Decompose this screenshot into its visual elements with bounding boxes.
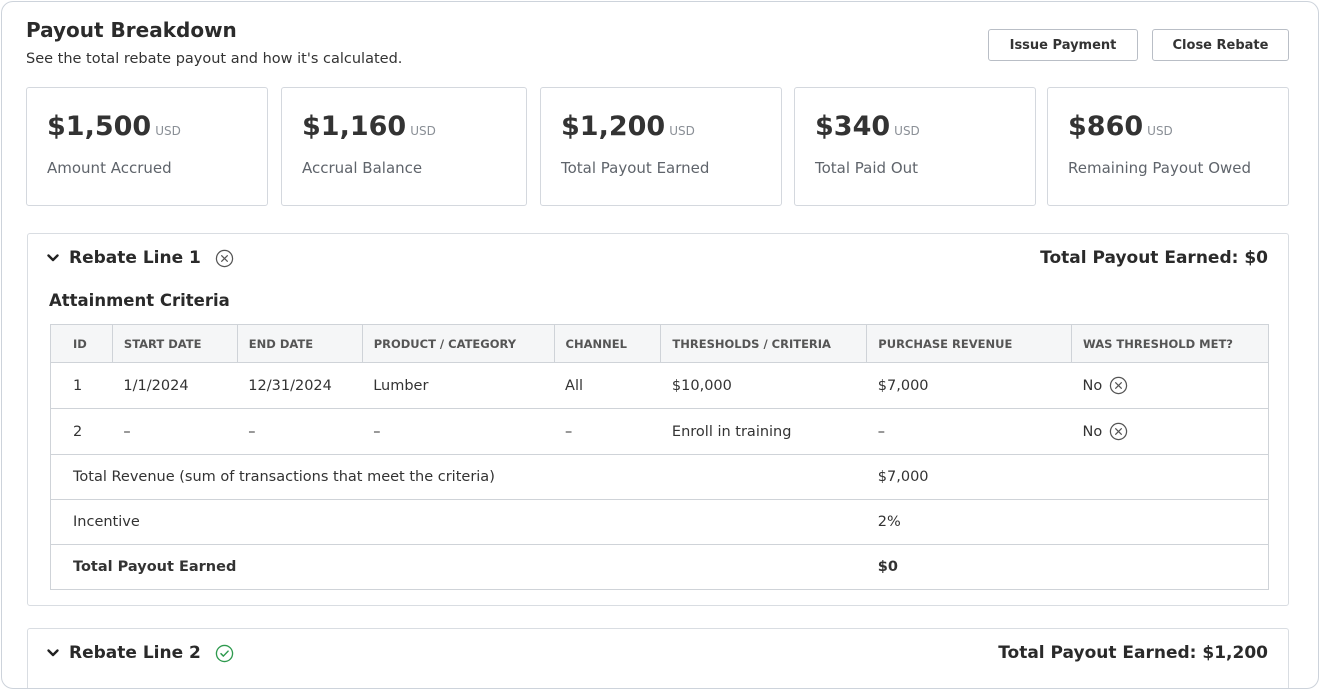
rebate-line-1-panel: Rebate Line 1 Total Payout Earned: $0 At…	[27, 233, 1289, 606]
threshold-met-value: No	[1082, 423, 1103, 440]
cell-threshold-met: No	[1071, 408, 1269, 455]
cell-threshold: $10,000	[660, 362, 867, 409]
column-header: PURCHASE REVENUE	[866, 324, 1073, 363]
summary-value: $0	[866, 544, 1269, 590]
cell-product: Lumber	[362, 362, 555, 409]
rebate-line-title: Rebate Line 1	[69, 248, 201, 268]
x-circle-icon	[1110, 376, 1128, 395]
stat-card-amount-accrued: $1,500 USD Amount Accrued	[26, 87, 268, 206]
cell-id: 2	[50, 408, 113, 455]
cell-end-date: –	[237, 408, 363, 455]
payout-breakdown-panel: Payout Breakdown See the total rebate pa…	[1, 1, 1319, 689]
stat-currency: USD	[1147, 124, 1173, 138]
attainment-criteria-title: Attainment Criteria	[49, 291, 230, 310]
stat-card-accrual-balance: $1,160 USD Accrual Balance	[281, 87, 527, 206]
stat-currency: USD	[410, 124, 436, 138]
summary-label: Total Revenue (sum of transactions that …	[49, 454, 867, 500]
stat-currency: USD	[894, 124, 920, 138]
stat-currency: USD	[669, 124, 695, 138]
page-subtitle: See the total rebate payout and how it's…	[26, 51, 403, 67]
column-header: START DATE	[111, 324, 238, 363]
issue-payment-button[interactable]: Issue Payment	[988, 29, 1138, 61]
table-row: 1 1/1/2024 12/31/2024 Lumber All $10,000…	[50, 362, 1269, 409]
chevron-down-icon	[47, 254, 59, 262]
summary-label: Incentive	[49, 499, 867, 545]
rebate-line-2-panel: Rebate Line 2 Total Payout Earned: $1,20…	[27, 628, 1289, 688]
close-rebate-button[interactable]: Close Rebate	[1152, 29, 1289, 61]
cell-threshold: Enroll in training	[660, 408, 867, 455]
cell-start-date: –	[112, 408, 238, 455]
rebate-line-title: Rebate Line 2	[69, 643, 201, 663]
cell-channel: All	[554, 362, 661, 409]
stat-amount: $1,500	[47, 111, 152, 142]
rebate-line-total: Total Payout Earned: $0	[1040, 248, 1268, 268]
stat-amount: $1,200	[561, 111, 666, 142]
threshold-met-value: No	[1082, 377, 1103, 394]
stat-amount: $340	[815, 111, 891, 142]
stat-label: Total Payout Earned	[561, 159, 710, 177]
table-header-row: ID START DATE END DATE PRODUCT / CATEGOR…	[50, 324, 1269, 363]
cell-threshold-met: No	[1071, 362, 1269, 409]
stat-card-total-payout-earned: $1,200 USD Total Payout Earned	[540, 87, 782, 206]
cell-channel: –	[554, 408, 661, 455]
column-header: PRODUCT / CATEGORY	[361, 324, 555, 363]
stat-label: Amount Accrued	[47, 159, 172, 177]
summary-label: Total Payout Earned	[49, 544, 867, 590]
check-circle-icon	[215, 644, 234, 662]
rebate-line-2-toggle[interactable]: Rebate Line 2	[46, 643, 234, 663]
column-header: WAS THRESHOLD MET?	[1071, 324, 1269, 363]
chevron-down-icon	[47, 649, 59, 657]
column-header: END DATE	[236, 324, 363, 363]
stat-amount: $860	[1068, 111, 1144, 142]
stat-card-total-paid-out: $340 USD Total Paid Out	[794, 87, 1036, 206]
rebate-line-total: Total Payout Earned: $1,200	[998, 643, 1268, 663]
cell-product: –	[362, 408, 555, 455]
cell-start-date: 1/1/2024	[112, 362, 238, 409]
summary-row-total-payout: Total Payout Earned $0	[49, 544, 1269, 590]
page-title: Payout Breakdown	[26, 18, 237, 42]
summary-value: 2%	[866, 499, 1269, 545]
stat-label: Remaining Payout Owed	[1068, 159, 1252, 177]
column-header: CHANNEL	[553, 324, 662, 363]
summary-row-total-revenue: Total Revenue (sum of transactions that …	[49, 454, 1269, 500]
x-circle-icon	[1110, 422, 1128, 441]
summary-value: $7,000	[866, 454, 1269, 500]
column-header: ID	[50, 324, 113, 363]
attainment-criteria-table: ID START DATE END DATE PRODUCT / CATEGOR…	[49, 324, 1269, 590]
stat-card-remaining-payout-owed: $860 USD Remaining Payout Owed	[1047, 87, 1289, 206]
x-circle-icon	[215, 249, 234, 267]
cell-end-date: 12/31/2024	[237, 362, 363, 409]
cell-id: 1	[50, 362, 113, 409]
cell-revenue: $7,000	[866, 362, 1072, 409]
rebate-line-1-toggle[interactable]: Rebate Line 1	[46, 248, 234, 268]
summary-row-incentive: Incentive 2%	[49, 499, 1269, 545]
column-header: THRESHOLDS / CRITERIA	[660, 324, 868, 363]
stat-currency: USD	[155, 124, 181, 138]
stat-label: Total Paid Out	[815, 159, 919, 177]
stat-label: Accrual Balance	[302, 159, 423, 177]
cell-revenue: –	[866, 408, 1072, 455]
table-row: 2 – – – – Enroll in training – No	[50, 408, 1269, 455]
stat-amount: $1,160	[302, 111, 407, 142]
